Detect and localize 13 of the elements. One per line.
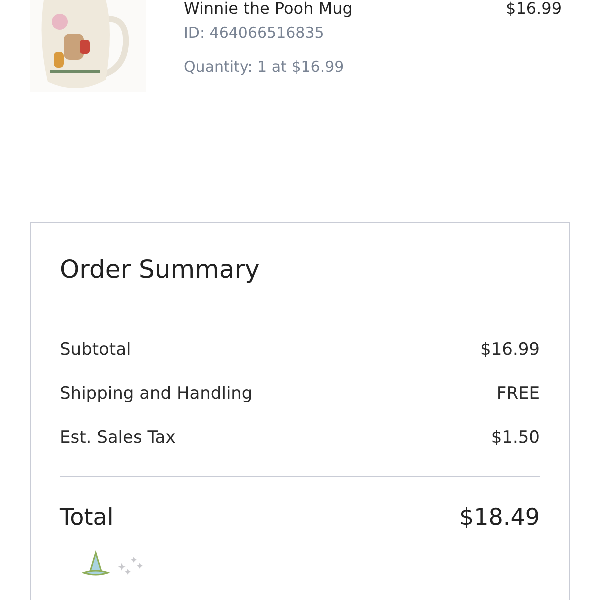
product-price: $16.99 — [506, 0, 562, 18]
total-value: $18.49 — [460, 505, 540, 531]
summary-value: $16.99 — [480, 340, 540, 360]
summary-value: FREE — [496, 384, 540, 404]
summary-title: Order Summary — [60, 255, 261, 284]
product-name: Winnie the Pooh Mug — [184, 0, 353, 18]
summary-label: Est. Sales Tax — [60, 428, 176, 448]
summary-label: Shipping and Handling — [60, 384, 253, 404]
total-label: Total — [60, 505, 114, 531]
quantity-text: Quantity: 1 at $16.99 — [184, 58, 346, 76]
summary-label: Subtotal — [60, 340, 132, 360]
summary-value: $1.50 — [491, 428, 540, 448]
product-id: ID: 464066516835 — [184, 24, 326, 42]
